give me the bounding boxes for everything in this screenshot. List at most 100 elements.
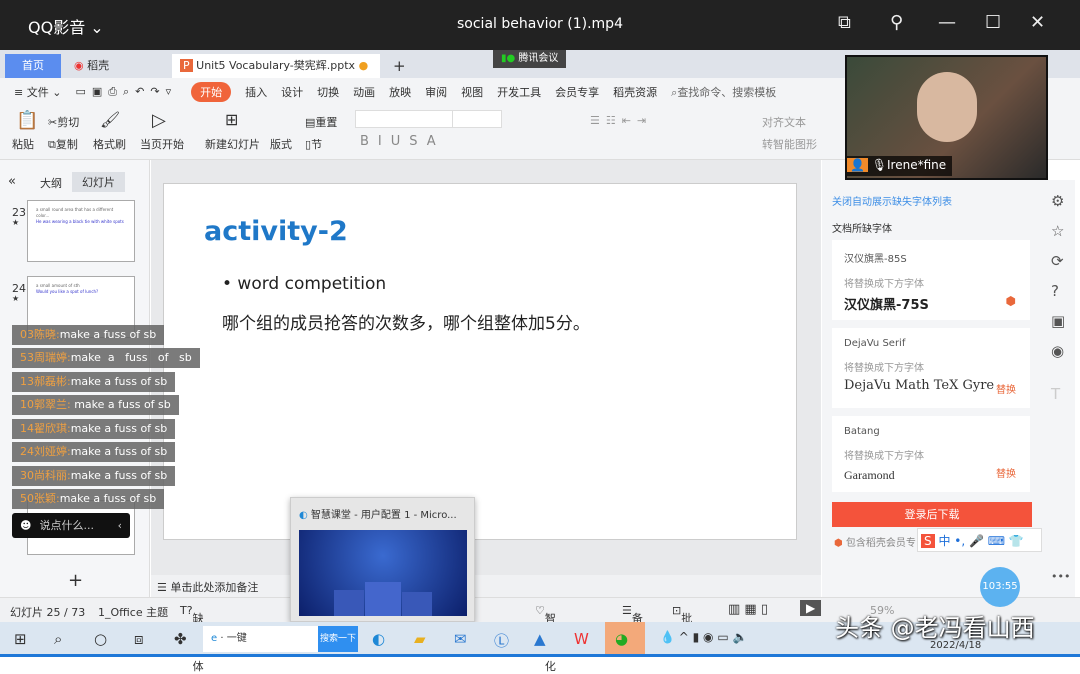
- taskbar-preview-popup[interactable]: ◐ 智慧课堂 - 用户配置 1 - Micro...: [290, 497, 475, 622]
- format-painter-button[interactable]: 格式刷: [93, 136, 126, 152]
- cortana-icon[interactable]: ○: [94, 630, 107, 648]
- tab-outline[interactable]: 大纲: [40, 175, 62, 191]
- replace-button[interactable]: 替换: [996, 465, 1016, 480]
- menu-item-insert[interactable]: 插入: [245, 84, 267, 100]
- app-icon[interactable]: ✤: [174, 630, 187, 648]
- edge-icon[interactable]: ◐: [372, 630, 385, 648]
- mail-icon[interactable]: ✉: [454, 630, 467, 648]
- paragraph-buttons[interactable]: ☰☷⇤⇥: [590, 114, 652, 127]
- view-mode-buttons[interactable]: ▥ ▦ ▯: [728, 602, 768, 617]
- collapse-chat-icon[interactable]: ‹: [118, 513, 130, 538]
- search-go-button[interactable]: 搜索一下: [318, 626, 358, 652]
- paste-button[interactable]: 粘贴: [12, 136, 34, 152]
- text-format-buttons[interactable]: BIUSA: [360, 134, 445, 149]
- chat-placeholder: 说点什么...: [39, 519, 94, 532]
- menu-item-member[interactable]: 会员专享: [555, 84, 599, 100]
- play-current-button[interactable]: 当页开始: [140, 136, 184, 152]
- tray-icons[interactable]: 💧 ^ ▮ ◉ ▭ 🔈: [660, 630, 747, 644]
- font-size-select[interactable]: [452, 110, 502, 128]
- tab-document[interactable]: P Unit5 Vocabulary-樊宪辉.pptx ●: [172, 54, 380, 78]
- backup-icon[interactable]: ⟳: [1051, 252, 1064, 270]
- more-icon[interactable]: •••: [1051, 570, 1070, 583]
- chat-input[interactable]: ☻ 说点什么... ‹: [12, 513, 130, 538]
- help-icon[interactable]: ?: [1051, 282, 1059, 300]
- notes-bar[interactable]: ☰ 单击此处添加备注: [151, 575, 821, 597]
- star-icon[interactable]: ☆: [1051, 222, 1064, 240]
- participant-label: 👤 🎙Irene*fine: [847, 156, 953, 176]
- tab-home[interactable]: 首页: [5, 54, 61, 78]
- file-menu[interactable]: ≡ 文件 ⌄: [14, 84, 61, 100]
- text-icon[interactable]: T: [1051, 385, 1060, 403]
- quick-access-icons[interactable]: ▭▣⎙⌕↶↷▿: [75, 85, 177, 99]
- ime-toolbar[interactable]: S 中 •, 🎤 ⌨ 👕: [917, 528, 1042, 552]
- smartart-button[interactable]: 转智能图形: [762, 136, 817, 152]
- maximize-icon[interactable]: ☐: [985, 12, 1001, 33]
- replace-button[interactable]: 替换: [996, 381, 1016, 396]
- slideshow-play-button[interactable]: ▶: [800, 600, 822, 616]
- close-auto-show-link[interactable]: 关闭自动展示缺失字体列表: [832, 193, 952, 208]
- chat-message: 30尚科丽:make a fuss of sb: [12, 466, 176, 486]
- align-text-button[interactable]: 对齐文本: [762, 114, 806, 130]
- menu-item-view[interactable]: 视图: [461, 84, 483, 100]
- new-slide-button[interactable]: 新建幻灯片: [205, 136, 260, 152]
- chat-message: 13郝磊彬:make a fuss of sb: [12, 372, 176, 392]
- menu-item-animation[interactable]: 动画: [353, 84, 375, 100]
- menu-item-start[interactable]: 开始: [191, 82, 232, 102]
- location-icon[interactable]: ◉: [1051, 342, 1064, 360]
- cut-button[interactable]: ✂剪切: [48, 114, 79, 130]
- smart-beautify-button[interactable]: ♡智能美化: [535, 604, 556, 673]
- slide-thumbnail-23[interactable]: a small round area that has a different …: [27, 200, 135, 262]
- menu-item-design[interactable]: 设计: [281, 84, 303, 100]
- slide-body[interactable]: 哪个组的成员抢答的次数多，哪个组整体加5分。: [222, 309, 590, 334]
- copy-button[interactable]: ⧉复制: [48, 136, 78, 152]
- pin-icon[interactable]: ⚲: [890, 12, 903, 33]
- font-card[interactable]: DejaVu Serif 将替换成下方字体 DejaVu Math TeX Gy…: [832, 328, 1030, 408]
- meeting-icon[interactable]: ▲: [534, 630, 546, 648]
- tab-daoke[interactable]: ◉ 稻壳: [66, 54, 166, 78]
- slide-title[interactable]: activity-2: [204, 216, 348, 247]
- search-icon[interactable]: ⌕: [54, 630, 62, 648]
- collapse-panel-button[interactable]: «: [8, 174, 16, 189]
- layout-button[interactable]: 版式: [270, 136, 292, 152]
- new-tab-button[interactable]: +: [385, 54, 414, 78]
- paste-icon[interactable]: 📋: [16, 110, 38, 131]
- file-explorer-icon[interactable]: ▰: [414, 630, 426, 648]
- timer-bubble[interactable]: 103:55: [980, 567, 1020, 607]
- slide-bullet[interactable]: • word competition: [222, 274, 386, 294]
- tencent-meeting-bar[interactable]: ▮● 腾讯会议: [493, 50, 567, 68]
- screenshot-icon[interactable]: ⧉: [838, 12, 851, 33]
- wechat-button[interactable]: ◕: [605, 622, 645, 657]
- sogou-icon: S: [921, 534, 935, 548]
- menu-item-review[interactable]: 审阅: [425, 84, 447, 100]
- comment-button[interactable]: ⊡批注: [672, 604, 692, 641]
- notes-toggle-button[interactable]: ☰备注: [622, 604, 643, 641]
- menu-item-slideshow[interactable]: 放映: [389, 84, 411, 100]
- menu-item-transition[interactable]: 切换: [317, 84, 339, 100]
- wps-icon[interactable]: W: [574, 630, 589, 648]
- login-download-button[interactable]: 登录后下载: [832, 502, 1032, 527]
- menu-item-developer[interactable]: 开发工具: [497, 84, 541, 100]
- current-slide[interactable]: activity-2 • word competition 哪个组的成员抢答的次…: [163, 183, 797, 540]
- notes-placeholder: 单击此处添加备注: [170, 581, 259, 594]
- search-placeholder: 查找命令、搜索模板: [677, 86, 777, 99]
- section-button[interactable]: ▯节: [305, 136, 322, 152]
- font-card[interactable]: 汉仪旗黑-85S 将替换成下方字体 汉仪旗黑-75S ⬢: [832, 240, 1030, 320]
- menu-item-resources[interactable]: 稻壳资源: [613, 84, 657, 100]
- preview-title: ◐ 智慧课堂 - 用户配置 1 - Micro...: [299, 506, 457, 521]
- task-view-icon[interactable]: ⧈: [134, 630, 144, 648]
- start-icon[interactable]: ⊞: [14, 630, 27, 648]
- add-slide-button[interactable]: +: [68, 570, 83, 591]
- member-note: ⬢ 包含稻壳会员专: [834, 534, 916, 549]
- minimize-icon[interactable]: —: [938, 12, 956, 33]
- settings-sliders-icon[interactable]: ⚙: [1051, 192, 1064, 210]
- font-card[interactable]: Batang 将替换成下方字体 Garamond 替换: [832, 416, 1030, 492]
- right-sidebar: ⚙ ☆ ⟳ ? ▣ ◉ T •••: [1045, 180, 1075, 597]
- search-command[interactable]: ⌕查找命令、搜索模板: [671, 84, 776, 100]
- close-icon[interactable]: ✕: [1030, 12, 1045, 33]
- lark-icon[interactable]: Ⓛ: [494, 630, 509, 651]
- missing-font-button[interactable]: T? 缺失字体: [180, 604, 204, 673]
- image-icon[interactable]: ▣: [1051, 312, 1065, 330]
- reset-button[interactable]: ▤重置: [305, 114, 337, 130]
- tab-slides[interactable]: 幻灯片: [72, 172, 125, 192]
- emoji-icon[interactable]: ☻: [12, 519, 39, 532]
